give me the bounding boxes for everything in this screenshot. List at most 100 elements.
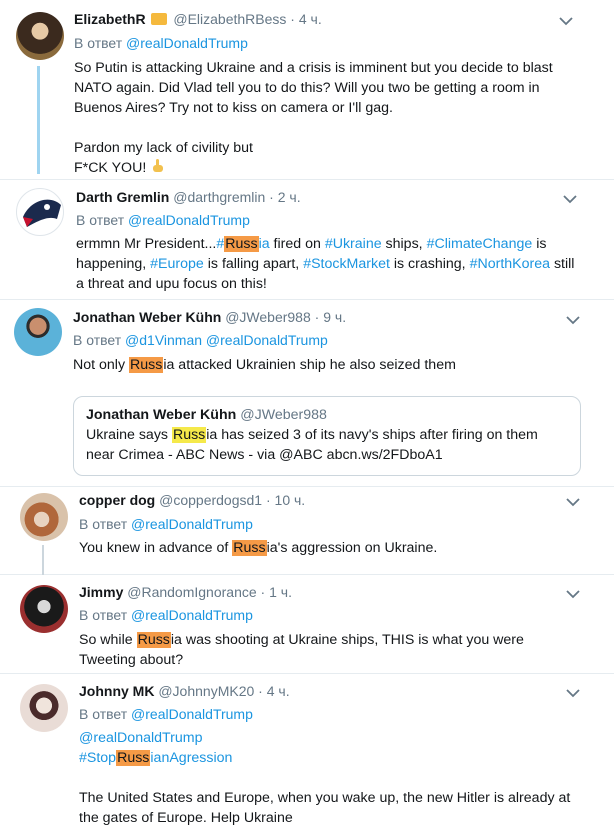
hashtag-link[interactable]: #StopRussianAgression bbox=[79, 750, 232, 766]
reply-mention-link[interactable]: @realDonaldTrump bbox=[206, 332, 328, 348]
user-handle[interactable]: @JWeber988 bbox=[225, 309, 311, 325]
text-segment: ships, bbox=[381, 236, 427, 252]
thread-line bbox=[37, 66, 40, 174]
text-segment: ianAgression bbox=[150, 750, 233, 766]
avatar[interactable] bbox=[20, 493, 68, 541]
chevron-down-icon[interactable] bbox=[566, 589, 580, 599]
reply-prefix: В ответ bbox=[74, 35, 123, 51]
timestamp[interactable]: 9 ч. bbox=[323, 309, 346, 325]
hashtag-link[interactable]: #Europe bbox=[150, 256, 204, 272]
display-name[interactable]: ElizabethR bbox=[74, 11, 146, 27]
avatar[interactable] bbox=[14, 308, 62, 356]
text-segment: ia bbox=[258, 236, 270, 252]
reply-prefix: В ответ bbox=[79, 706, 128, 722]
text-segment: ermmn Mr President... bbox=[76, 236, 217, 252]
text-segment: ia's aggression on Ukraine. bbox=[266, 540, 438, 556]
reply-prefix: В ответ bbox=[73, 332, 122, 348]
reply-mention-link[interactable]: @d1Vinman bbox=[125, 332, 202, 348]
separator-dot: · bbox=[269, 189, 274, 205]
reply-mention-link[interactable]: @realDonaldTrump bbox=[131, 516, 253, 532]
avatar[interactable] bbox=[20, 684, 68, 732]
timestamp[interactable]: 1 ч. bbox=[269, 584, 292, 600]
mention-link[interactable]: @realDonaldTrump bbox=[79, 730, 202, 746]
text-segment: Not only bbox=[73, 357, 129, 373]
quoted-user-handle[interactable]: @JWeber988 bbox=[240, 407, 327, 423]
text-segment: #Stop bbox=[79, 750, 117, 766]
separator-dot: · bbox=[260, 584, 266, 600]
highlight-term: Russ bbox=[232, 540, 267, 556]
middle-finger-emoji-icon bbox=[150, 158, 166, 174]
tweet-text: So Putin is attacking Ukraine and a cris… bbox=[74, 58, 564, 178]
timestamp[interactable]: 4 ч. bbox=[299, 11, 322, 27]
separator-dot: · bbox=[290, 11, 295, 27]
tweet-text: You knew in advance of Russia's aggressi… bbox=[79, 538, 579, 558]
reply-prefix: В ответ bbox=[76, 212, 125, 228]
separator-dot: · bbox=[258, 683, 263, 699]
tweet-text: So while Russia was shooting at Ukraine … bbox=[79, 630, 579, 670]
hashtag-link[interactable]: #ClimateChange bbox=[427, 236, 533, 252]
tweet-2[interactable]: Darth Gremlin @darthgremlin · 2 ч. В отв… bbox=[0, 180, 614, 300]
display-name[interactable]: copper dog bbox=[79, 492, 155, 508]
separator-dot: · bbox=[265, 492, 271, 508]
highlight-term: Russ bbox=[116, 750, 151, 766]
tweet-5[interactable]: Jimmy @RandomIgnorance · 1 ч. В ответ @r… bbox=[0, 575, 614, 674]
display-name[interactable]: Jimmy bbox=[79, 584, 123, 600]
chevron-down-icon[interactable] bbox=[559, 16, 573, 26]
user-handle[interactable]: @copperdogsd1 bbox=[159, 492, 262, 508]
timestamp[interactable]: 10 ч. bbox=[275, 492, 306, 508]
user-handle[interactable]: @darthgremlin bbox=[173, 189, 265, 205]
timestamp[interactable]: 2 ч. bbox=[278, 189, 301, 205]
user-handle[interactable]: @RandomIgnorance bbox=[127, 584, 256, 600]
chevron-down-icon[interactable] bbox=[566, 497, 580, 507]
avatar[interactable] bbox=[16, 12, 64, 60]
text-segment: ia attacked Ukrainien ship he also seize… bbox=[163, 357, 456, 373]
avatar[interactable] bbox=[20, 585, 68, 633]
tweet-6[interactable]: Johnny MK @JohnnyMK20 · 4 ч. В ответ @re… bbox=[0, 674, 614, 836]
text-segment: fired on bbox=[269, 236, 325, 252]
tweet-3[interactable]: Jonathan Weber Kühn @JWeber988 · 9 ч. В … bbox=[0, 300, 614, 487]
tweet-1[interactable]: ElizabethR @ElizabethRBess · 4 ч. В отве… bbox=[0, 0, 614, 180]
tweet-4[interactable]: copper dog @copperdogsd1 · 10 ч. В ответ… bbox=[0, 487, 614, 575]
avatar[interactable] bbox=[16, 188, 64, 236]
display-name[interactable]: Darth Gremlin bbox=[76, 189, 169, 205]
highlight-term: Russ bbox=[224, 236, 259, 252]
tweet-text: Not only Russia attacked Ukrainien ship … bbox=[73, 355, 573, 375]
hashtag-link[interactable]: #NorthKorea bbox=[470, 256, 550, 272]
hashtag-link[interactable]: #StockMarket bbox=[303, 256, 390, 272]
tweet-paragraph: So Putin is attacking Ukraine and a cris… bbox=[74, 60, 553, 116]
thread-line bbox=[42, 545, 44, 575]
timestamp[interactable]: 4 ч. bbox=[267, 683, 290, 699]
tweet-paragraph: Pardon my lack of civility but bbox=[74, 140, 253, 156]
hashtag-link[interactable]: #Ukraine bbox=[325, 236, 382, 252]
tweet-text: @realDonaldTrump #StopRussianAgression T… bbox=[79, 728, 579, 828]
tweet-paragraph: The United States and Europe, when you w… bbox=[79, 790, 571, 826]
chevron-down-icon[interactable] bbox=[566, 315, 580, 325]
tweet-paragraph: F*CK YOU! bbox=[74, 160, 147, 176]
highlight-term: Russ bbox=[129, 357, 164, 373]
reply-prefix: В ответ bbox=[79, 516, 128, 532]
highlight-term: Russ bbox=[136, 632, 171, 648]
crown-emoji-icon bbox=[151, 13, 168, 25]
text-segment: is crashing, bbox=[389, 256, 470, 272]
display-name[interactable]: Johnny MK bbox=[79, 683, 154, 699]
chevron-down-icon[interactable] bbox=[566, 688, 580, 698]
text-segment: Ukraine says bbox=[86, 427, 172, 443]
hashtag-link[interactable]: #Russia bbox=[216, 236, 270, 252]
tweet-text: ermmn Mr President...#Russia fired on #U… bbox=[76, 234, 576, 294]
display-name[interactable]: Jonathan Weber Kühn bbox=[73, 309, 221, 325]
reply-prefix: В ответ bbox=[79, 607, 128, 623]
text-segment: You knew in advance of bbox=[79, 540, 233, 556]
user-handle[interactable]: @JohnnyMK20 bbox=[158, 683, 254, 699]
reply-mention-link[interactable]: @realDonaldTrump bbox=[131, 607, 253, 623]
highlight-term: Russ bbox=[171, 427, 207, 443]
text-segment: is falling apart, bbox=[203, 256, 304, 272]
reply-mention-link[interactable]: @realDonaldTrump bbox=[126, 35, 248, 51]
quoted-tweet[interactable]: Jonathan Weber Kühn @JWeber988 Ukraine s… bbox=[73, 396, 581, 476]
separator-dot: · bbox=[314, 309, 320, 325]
user-handle[interactable]: @ElizabethRBess bbox=[173, 11, 286, 27]
quoted-display-name[interactable]: Jonathan Weber Kühn bbox=[86, 407, 236, 423]
chevron-down-icon[interactable] bbox=[563, 194, 577, 204]
text-segment: So while bbox=[79, 632, 137, 648]
reply-mention-link[interactable]: @realDonaldTrump bbox=[131, 706, 253, 722]
reply-mention-link[interactable]: @realDonaldTrump bbox=[128, 212, 250, 228]
